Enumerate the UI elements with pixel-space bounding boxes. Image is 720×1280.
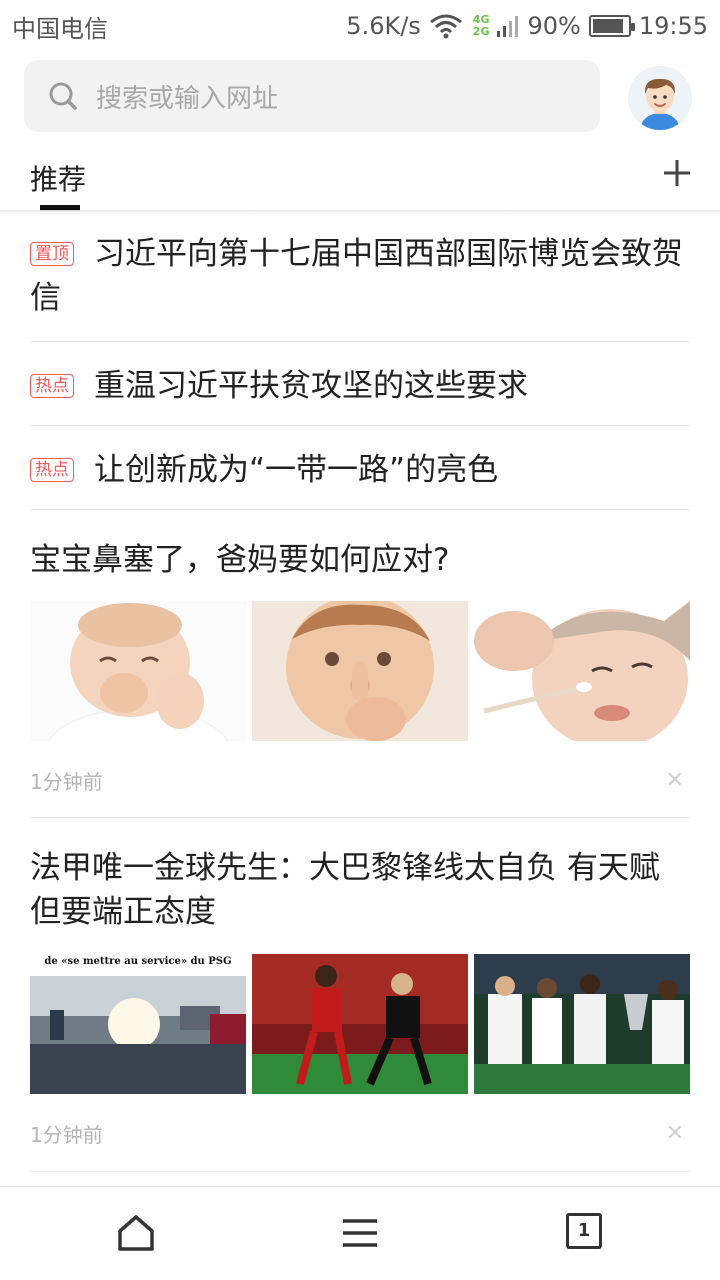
channel-tabs: 推荐 — [0, 148, 720, 212]
news-title: 法甲唯一金球先生：大巴黎锋线太自负 有天赋但要端正态度 — [30, 850, 660, 930]
search-input[interactable]: 搜索或输入网址 — [24, 60, 600, 132]
news-item-pinned[interactable]: 置顶 习近平向第十七届中国西部国际博览会致贺信 — [30, 232, 690, 342]
trophy-celebration-photo — [474, 954, 690, 1094]
user-avatar-icon — [628, 66, 692, 130]
dismiss-icon[interactable]: ✕ — [666, 768, 690, 793]
baby-finger-in-nose-photo — [252, 601, 468, 741]
news-title: 习近平向第十七届中国西部国际博览会致贺信 — [30, 236, 683, 316]
hot-badge: 热点 — [30, 374, 74, 398]
news-headline: 热点 重温习近平扶贫攻坚的这些要求 — [30, 364, 690, 408]
tabs-count-button[interactable]: 1 — [566, 1213, 602, 1249]
dismiss-icon[interactable]: ✕ — [666, 1121, 690, 1146]
psg-fans-newspaper-photo: de «se mettre au service» du PSG — [30, 954, 246, 1094]
hot-badge: 热点 — [30, 458, 74, 482]
carrier-name: 中国电信 — [12, 14, 108, 43]
network-2g-label: 2G — [472, 25, 490, 38]
baby-nose-cleaning-photo — [474, 601, 690, 741]
football-match-photo — [252, 954, 468, 1094]
plus-icon[interactable] — [660, 156, 694, 190]
news-image-row: de «se mettre au service» du PSG — [30, 954, 690, 1094]
pinned-badge: 置顶 — [30, 242, 74, 266]
search-icon — [49, 82, 77, 110]
news-meta: 1分钟前 ✕ — [30, 741, 690, 819]
home-icon[interactable] — [116, 1213, 156, 1253]
signal-icon — [497, 16, 519, 37]
status-indicators: 5.6K/s 4G 2G 90% 19:55 — [346, 12, 708, 40]
menu-icon[interactable] — [340, 1213, 380, 1253]
news-item-images[interactable]: 宝宝鼻塞了，爸妈要如何应对? 1分钟前 ✕ — [30, 538, 690, 818]
news-headline: 置顶 习近平向第十七届中国西部国际博览会致贺信 — [30, 232, 690, 320]
news-item-hot[interactable]: 热点 让创新成为“一带一路”的亮色 — [30, 426, 690, 510]
baby-pinching-nose-photo — [30, 601, 246, 741]
status-bar: 中国电信 5.6K/s 4G 2G 90% 19:55 — [0, 0, 720, 52]
image-caption: de «se mettre au service» du PSG — [44, 956, 231, 967]
battery-level — [592, 19, 624, 33]
news-title: 让创新成为“一带一路”的亮色 — [94, 452, 499, 488]
clock: 19:55 — [638, 12, 708, 40]
news-meta: 1分钟前 ✕ — [30, 1094, 690, 1172]
network-speed: 5.6K/s — [346, 12, 421, 40]
news-title: 重温习近平扶贫攻坚的这些要求 — [94, 368, 528, 404]
avatar[interactable] — [628, 66, 692, 130]
news-item-hot[interactable]: 热点 重温习近平扶贫攻坚的这些要求 — [30, 342, 690, 426]
news-image-row — [30, 601, 690, 741]
battery-icon — [588, 15, 635, 37]
news-time: 1分钟前 — [30, 1122, 103, 1147]
news-item-images[interactable]: 法甲唯一金球先生：大巴黎锋线太自负 有天赋但要端正态度 de «se mettr… — [30, 846, 690, 1172]
battery-percent: 90% — [527, 12, 581, 40]
network-type: 4G 2G — [473, 14, 490, 38]
news-headline: 热点 让创新成为“一带一路”的亮色 — [30, 448, 690, 492]
tabs-divider — [0, 210, 720, 216]
search-placeholder: 搜索或输入网址 — [96, 83, 279, 114]
bottom-navigation: 1 — [0, 1186, 720, 1280]
wifi-icon — [429, 14, 462, 39]
news-time: 1分钟前 — [30, 769, 103, 794]
tab-recommended[interactable]: 推荐 — [30, 158, 86, 198]
news-title: 宝宝鼻塞了，爸妈要如何应对? — [30, 542, 450, 578]
